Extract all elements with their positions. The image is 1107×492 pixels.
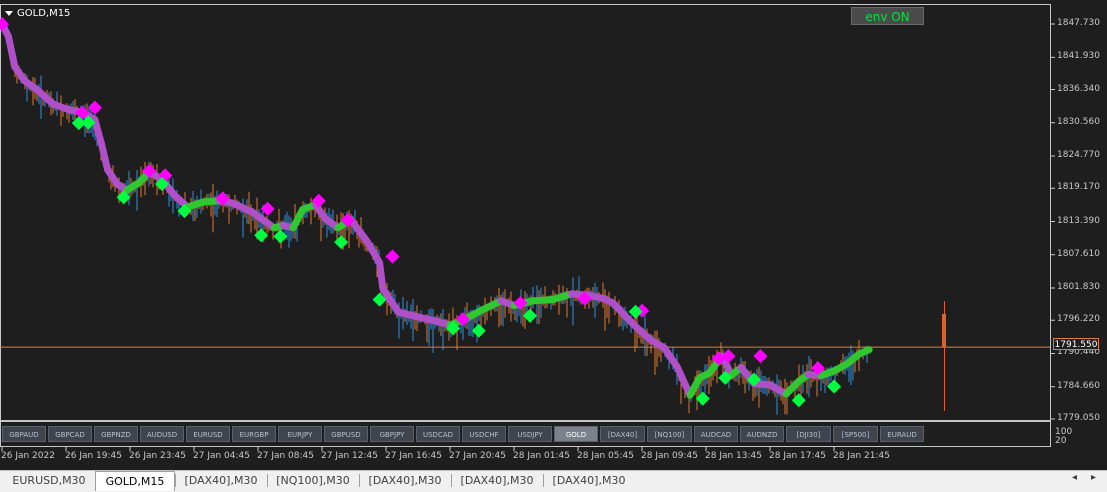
indicator-scale-bottom: 20: [1055, 436, 1067, 446]
price-label: 1847.730: [1057, 18, 1100, 28]
symbol-button-eurusd[interactable]: EURUSD: [186, 426, 230, 442]
dropdown-triangle-icon[interactable]: [5, 11, 13, 16]
buy-marker: [254, 228, 269, 243]
sell-marker: [753, 349, 768, 364]
price-label: 1807.610: [1057, 248, 1100, 259]
chart-area[interactable]: [0, 0, 1107, 470]
time-label: 26 Jan 19:45: [65, 451, 122, 461]
price-label: 1819.170: [1057, 182, 1100, 193]
symbol-button-usdchf[interactable]: USDCHF: [462, 426, 506, 442]
symbol-button-dax40[interactable]: [DAX40]: [600, 426, 645, 442]
symbol-button-audcad[interactable]: AUDCAD: [694, 426, 738, 442]
tab-separator: [543, 474, 544, 487]
time-label: 28 Jan 13:45: [705, 451, 762, 461]
price-label: 1801.830: [1057, 281, 1100, 292]
time-label: 26 Jan 23:45: [129, 451, 186, 461]
symbol-button-dji30[interactable]: [DJI30]: [786, 426, 831, 442]
chart-tab[interactable]: EURUSD,M30: [4, 471, 94, 491]
time-label: 27 Jan 08:45: [257, 451, 314, 461]
price-label: 1836.340: [1057, 83, 1100, 94]
time-label: 28 Jan 21:45: [833, 451, 890, 461]
trend-segment: [673, 363, 694, 399]
time-label: 28 Jan 09:45: [641, 451, 698, 461]
symbol-button-gbpaud[interactable]: GBPAUD: [2, 426, 46, 442]
tab-scroll-right-icon[interactable]: ▸: [1091, 472, 1096, 483]
chart-symbol-title[interactable]: GOLD,M15: [5, 8, 70, 19]
symbol-title-text: GOLD,M15: [17, 8, 71, 19]
trend-segment: [376, 259, 387, 292]
price-label: 1830.560: [1057, 116, 1100, 127]
chart-tab[interactable]: [DAX40],M30: [544, 471, 634, 491]
spike-body: [942, 314, 946, 347]
sell-marker: [385, 249, 400, 264]
symbol-button-gbpusd[interactable]: GBPUSD: [324, 426, 368, 442]
trend-segment: [97, 139, 112, 174]
time-label: 27 Jan 20:45: [449, 451, 506, 461]
buy-marker: [791, 393, 806, 408]
env-toggle-button[interactable]: env ON: [851, 7, 924, 25]
tab-separator: [359, 474, 360, 487]
tab-separator: [175, 474, 176, 487]
symbol-button-gbpcad[interactable]: GBPCAD: [48, 426, 92, 442]
symbol-button-eurjpy[interactable]: EURJPY: [278, 426, 322, 442]
chart-tab[interactable]: [DAX40],M30: [176, 471, 266, 491]
time-label: 28 Jan 01:45: [513, 451, 570, 461]
symbol-button-usdjpy[interactable]: USDJPY: [508, 426, 552, 442]
buy-marker: [334, 235, 349, 250]
price-label: 1796.220: [1057, 314, 1100, 325]
price-label: 1784.660: [1057, 380, 1100, 391]
trend-segment: [91, 116, 105, 147]
chart-tab[interactable]: [DAX40],M30: [452, 471, 542, 491]
symbol-button-sp500[interactable]: [SP500]: [833, 426, 878, 442]
tab-separator: [451, 474, 452, 487]
symbol-button-gbpnzd[interactable]: GBPNZD: [94, 426, 138, 442]
time-label: 27 Jan 04:45: [193, 451, 250, 461]
price-label: 1824.770: [1057, 150, 1100, 161]
price-label: 1841.930: [1057, 51, 1100, 62]
current-price-label: 1791.550: [1053, 338, 1099, 350]
time-label: 28 Jan 05:45: [577, 451, 634, 461]
chart-tab[interactable]: [DAX40],M30: [360, 471, 450, 491]
time-label: 27 Jan 16:45: [385, 451, 442, 461]
symbol-button-eurgbp[interactable]: EURGBP: [232, 426, 276, 442]
buy-marker: [695, 391, 710, 406]
symbol-button-audnzd[interactable]: AUDNZD: [740, 426, 784, 442]
price-label: 1813.390: [1057, 215, 1100, 226]
tab-scroll-left-icon[interactable]: ◂: [1072, 472, 1077, 483]
symbol-button-usdcad[interactable]: USDCAD: [416, 426, 460, 442]
symbol-button-gold[interactable]: GOLD: [554, 426, 598, 442]
price-label: 1779.050: [1057, 413, 1100, 423]
trend-segment: [4, 32, 19, 71]
trend-segment: [856, 346, 873, 358]
chart-tab[interactable]: GOLD,M15: [95, 471, 175, 491]
symbol-button-audusd[interactable]: AUDUSD: [140, 426, 184, 442]
time-label: 27 Jan 12:45: [321, 451, 378, 461]
chart-tab[interactable]: [NQ100],M30: [268, 471, 358, 491]
tab-separator: [267, 474, 268, 487]
price-chart[interactable]: [0, 0, 1107, 470]
symbol-button-euraud[interactable]: EURAUD: [880, 426, 924, 442]
time-label: 26 Jan 2022: [1, 451, 55, 461]
time-label: 28 Jan 17:45: [769, 451, 826, 461]
buy-marker: [471, 323, 486, 338]
symbol-button-nq100[interactable]: [NQ100]: [647, 426, 692, 442]
plot-frame: [0, 4, 1051, 421]
sell-marker: [87, 100, 102, 115]
symbol-button-gbpjpy[interactable]: GBPJPY: [370, 426, 414, 442]
